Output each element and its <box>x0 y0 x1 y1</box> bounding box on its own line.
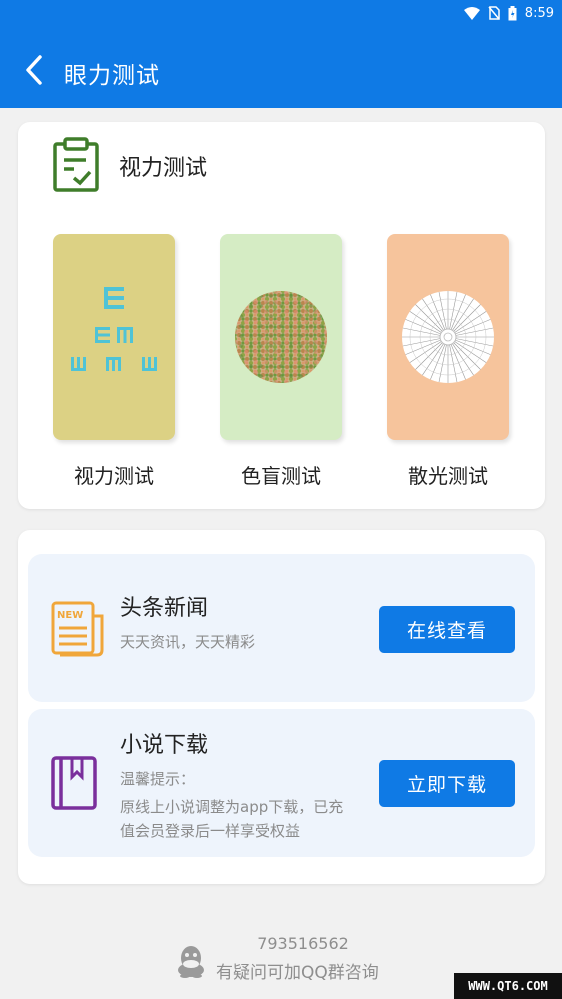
feature-tip-label: 温馨提示： <box>120 770 196 788</box>
e-chart-icon <box>71 287 157 371</box>
qq-group-hint: 有疑问可加QQ群咨询 <box>216 963 379 983</box>
section-title: 视力测试 <box>119 156 208 181</box>
feature-title: 小说下载 <box>120 733 209 758</box>
watermark: WWW.QT6.COM <box>454 973 562 999</box>
feature-tip-text: 原线上小说调整为app下载，已充 <box>120 798 344 816</box>
feature-subtitle: 天天资讯，天天精彩 <box>120 633 256 651</box>
download-now-button[interactable]: 立即下载 <box>379 760 515 807</box>
clipboard-check-icon <box>52 136 100 196</box>
astigmatism-test-tile[interactable] <box>387 234 509 440</box>
news-feature: NEW 头条新闻 天天资讯，天天精彩 在线查看 <box>28 554 535 702</box>
color-blind-test-label: 色盲测试 <box>241 464 321 488</box>
battery-icon <box>508 5 517 21</box>
color-blind-test-tile[interactable] <box>220 234 342 440</box>
astigmatism-test-label: 散光测试 <box>408 464 488 488</box>
color-plate-icon <box>235 291 327 383</box>
page-title: 眼力测试 <box>64 63 160 89</box>
svg-text:NEW: NEW <box>57 610 83 621</box>
feature-tip-text-2: 值会员登录后一样享受权益 <box>120 822 301 840</box>
app-bar: 8:59 眼力测试 <box>0 0 562 108</box>
vision-test-card: 视力测试 视力测试 色盲测试 散光测试 <box>18 122 545 509</box>
wifi-icon <box>463 6 480 20</box>
status-bar: 8:59 <box>463 4 554 22</box>
novel-feature: 小说下载 温馨提示： 原线上小说调整为app下载，已充 值会员登录后一样享受权益… <box>28 709 535 857</box>
chevron-left-icon <box>26 55 42 85</box>
vision-test-label: 视力测试 <box>74 464 154 488</box>
back-button[interactable] <box>18 52 50 88</box>
features-card: NEW 头条新闻 天天资讯，天天精彩 在线查看 小说下载 温馨提示： 原线上小说… <box>18 530 545 884</box>
feature-title: 头条新闻 <box>120 596 209 621</box>
view-online-button[interactable]: 在线查看 <box>379 606 515 653</box>
newspaper-icon: NEW <box>50 600 106 662</box>
no-sim-icon <box>488 6 500 20</box>
vision-test-tile[interactable] <box>53 234 175 440</box>
astigmatism-chart-icon <box>402 291 494 383</box>
qq-group-number: 793516562 <box>257 934 349 953</box>
book-icon <box>50 755 100 817</box>
clock-text: 8:59 <box>524 5 554 21</box>
